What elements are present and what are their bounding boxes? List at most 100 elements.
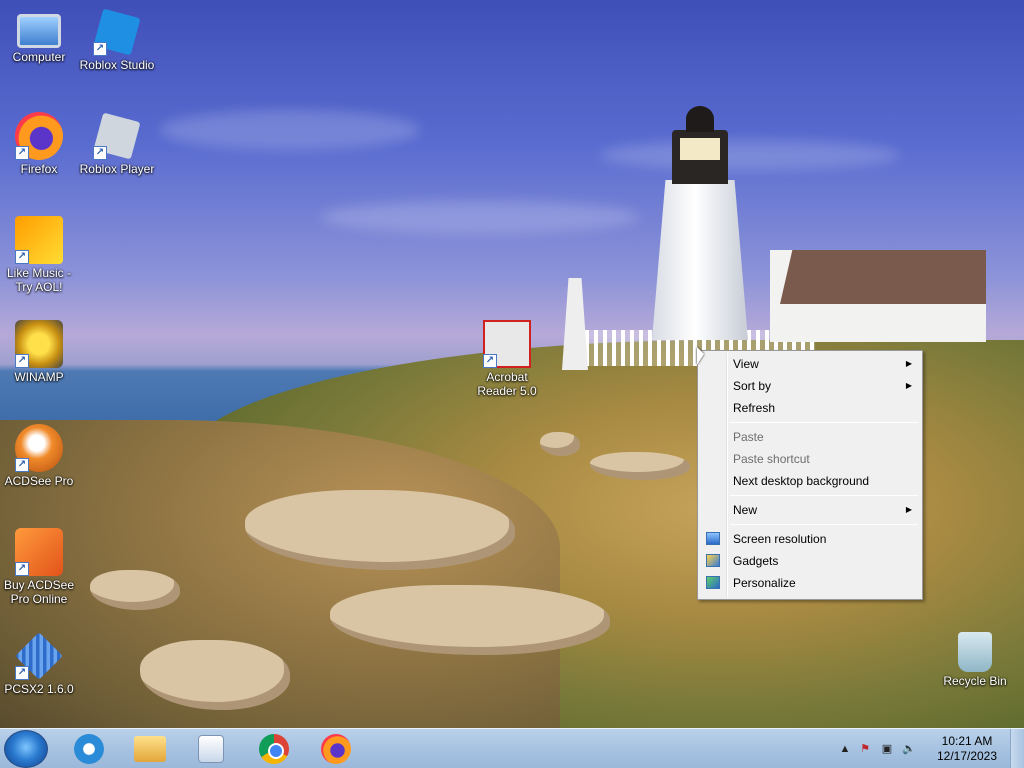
- chrome-icon: [259, 734, 289, 764]
- shortcut-arrow-icon: ↗: [93, 146, 107, 160]
- desktop-icon-label: Roblox Studio: [79, 58, 155, 72]
- wallpaper-cloud: [160, 110, 420, 150]
- menu-item-label: Refresh: [733, 401, 776, 415]
- action-center-flag-icon[interactable]: ⚑: [858, 742, 872, 756]
- menu-item-new[interactable]: New ▶: [700, 499, 920, 521]
- wallpaper-rock: [540, 432, 580, 456]
- clock[interactable]: 10:21 AM 12/17/2023: [932, 734, 1002, 764]
- menu-item-sort-by[interactable]: Sort by ▶: [700, 375, 920, 397]
- wallpaper-tower: [562, 278, 588, 370]
- winamp-icon-wrap: ↗: [15, 320, 63, 368]
- menu-item-personalize[interactable]: Personalize: [700, 572, 920, 594]
- shopping-cart-icon-wrap: ↗: [15, 528, 63, 576]
- desktop-icon-buy-acdsee[interactable]: ↗ Buy ACDSee Pro Online: [0, 528, 78, 606]
- taskbar-firefox[interactable]: [307, 731, 365, 767]
- menu-item-label: Personalize: [733, 576, 796, 590]
- gadgets-icon: [706, 554, 720, 567]
- start-button[interactable]: [4, 730, 48, 768]
- desktop-icon-label: Like Music - Try AOL!: [6, 266, 71, 294]
- taskbar-internet-explorer[interactable]: [60, 731, 118, 767]
- shortcut-arrow-icon: ↗: [15, 562, 29, 576]
- submenu-arrow-icon: ▶: [905, 359, 912, 368]
- shortcut-arrow-icon: ↗: [93, 42, 107, 56]
- desktop-icon-acdsee-pro[interactable]: ↗ ACDSee Pro: [0, 424, 78, 488]
- desktop-icon-like-music[interactable]: ↗ Like Music - Try AOL!: [0, 216, 78, 294]
- personalize-icon: [706, 576, 720, 589]
- desktop-context-menu: View ▶ Sort by ▶ Refresh Paste Paste sho…: [697, 350, 923, 600]
- taskbar-media-player[interactable]: [182, 731, 240, 767]
- wallpaper-roof: [780, 250, 986, 304]
- desktop-icon-recycle-bin[interactable]: Recycle Bin: [936, 632, 1014, 688]
- wallpaper-cloud: [600, 140, 900, 170]
- desktop-icon-firefox[interactable]: ↗ Firefox: [0, 112, 78, 176]
- desktop-icon-pcsx2[interactable]: ↗ PCSX2 1.6.0: [0, 632, 78, 696]
- desktop-icon-acrobat-reader[interactable]: ↗ Acrobat Reader 5.0: [468, 320, 546, 398]
- clock-date: 12/17/2023: [936, 749, 998, 763]
- menu-separator: [730, 422, 918, 423]
- wallpaper-lighthouse-window: [680, 138, 720, 160]
- taskbar-windows-explorer[interactable]: [121, 731, 179, 767]
- notification-area: ▲ ⚑ ▣ 🔈 10:21 AM 12/17/2023: [834, 729, 1024, 768]
- desktop-icon-label: Buy ACDSee Pro Online: [3, 578, 75, 606]
- folder-icon: [134, 736, 166, 762]
- clock-time: 10:21 AM: [941, 734, 993, 748]
- show-hidden-icons-button[interactable]: ▲: [838, 742, 852, 756]
- desktop-icon-label: Roblox Player: [79, 162, 155, 176]
- monitor-icon: [706, 532, 720, 545]
- show-desktop-button[interactable]: [1010, 729, 1024, 768]
- menu-item-gadgets[interactable]: Gadgets: [700, 550, 920, 572]
- shortcut-arrow-icon: ↗: [15, 458, 29, 472]
- desktop-icon-label: WINAMP: [14, 370, 64, 384]
- menu-item-label: Sort by: [733, 379, 772, 393]
- desktop-icon-label: Recycle Bin: [943, 674, 1007, 688]
- desktop-icon-winamp[interactable]: ↗ WINAMP: [0, 320, 78, 384]
- menu-separator: [730, 524, 918, 525]
- shortcut-arrow-icon: ↗: [15, 146, 29, 160]
- firefox-icon-wrap: ↗: [15, 112, 63, 160]
- desktop-icon-label: Acrobat Reader 5.0: [477, 370, 537, 398]
- menu-separator: [730, 495, 918, 496]
- desktop-icon-label: PCSX2 1.6.0: [4, 682, 74, 696]
- network-icon[interactable]: ▣: [880, 742, 894, 756]
- menu-item-label: Next desktop background: [733, 474, 870, 488]
- menu-item-label: View: [733, 357, 759, 371]
- menu-item-label: New: [733, 503, 758, 517]
- roblox-studio-icon-wrap: ↗: [93, 8, 141, 56]
- desktop-icon-label: ACDSee Pro: [4, 474, 74, 488]
- menu-item-label: Paste: [733, 430, 764, 444]
- menu-item-next-desktop-background[interactable]: Next desktop background: [700, 470, 920, 492]
- menu-item-view[interactable]: View ▶: [700, 353, 920, 375]
- submenu-arrow-icon: ▶: [905, 505, 912, 514]
- desktop-icon-label: Computer: [12, 50, 66, 64]
- pcsx2-icon-wrap: ↗: [15, 632, 63, 680]
- desktop-icon-label: Firefox: [20, 162, 58, 176]
- shortcut-arrow-icon: ↗: [15, 354, 29, 368]
- shortcut-arrow-icon: ↗: [483, 354, 497, 368]
- volume-muted-icon[interactable]: 🔈: [902, 742, 916, 756]
- menu-item-screen-resolution[interactable]: Screen resolution: [700, 528, 920, 550]
- taskbar: ▲ ⚑ ▣ 🔈 10:21 AM 12/17/2023: [0, 728, 1024, 768]
- media-player-icon: [198, 735, 224, 763]
- wallpaper-lighthouse-cap: [686, 106, 714, 132]
- wallpaper-lighthouse: [652, 180, 748, 340]
- menu-item-refresh[interactable]: Refresh: [700, 397, 920, 419]
- taskbar-chrome[interactable]: [245, 731, 303, 767]
- roblox-player-icon-wrap: ↗: [93, 112, 141, 160]
- acdsee-icon-wrap: ↗: [15, 424, 63, 472]
- firefox-icon: [321, 734, 351, 764]
- menu-item-label: Gadgets: [733, 554, 779, 568]
- shortcut-arrow-icon: ↗: [15, 666, 29, 680]
- menu-item-paste-shortcut: Paste shortcut: [700, 448, 920, 470]
- desktop-icon-roblox-player[interactable]: ↗ Roblox Player: [78, 112, 156, 176]
- desktop[interactable]: Computer ↗ Roblox Studio ↗ Firefox ↗ Rob…: [0, 0, 1024, 728]
- desktop-icon-computer[interactable]: Computer: [0, 8, 78, 64]
- acrobat-icon-wrap: ↗: [483, 320, 531, 368]
- menu-item-label: Paste shortcut: [733, 452, 810, 466]
- shortcut-arrow-icon: ↗: [15, 250, 29, 264]
- mouse-pointer-icon: [697, 347, 704, 365]
- wallpaper-cloud: [320, 200, 640, 234]
- desktop-icon-roblox-studio[interactable]: ↗ Roblox Studio: [78, 8, 156, 72]
- recycle-bin-icon: [958, 632, 992, 672]
- music-icon-wrap: ↗: [15, 216, 63, 264]
- submenu-arrow-icon: ▶: [905, 381, 912, 390]
